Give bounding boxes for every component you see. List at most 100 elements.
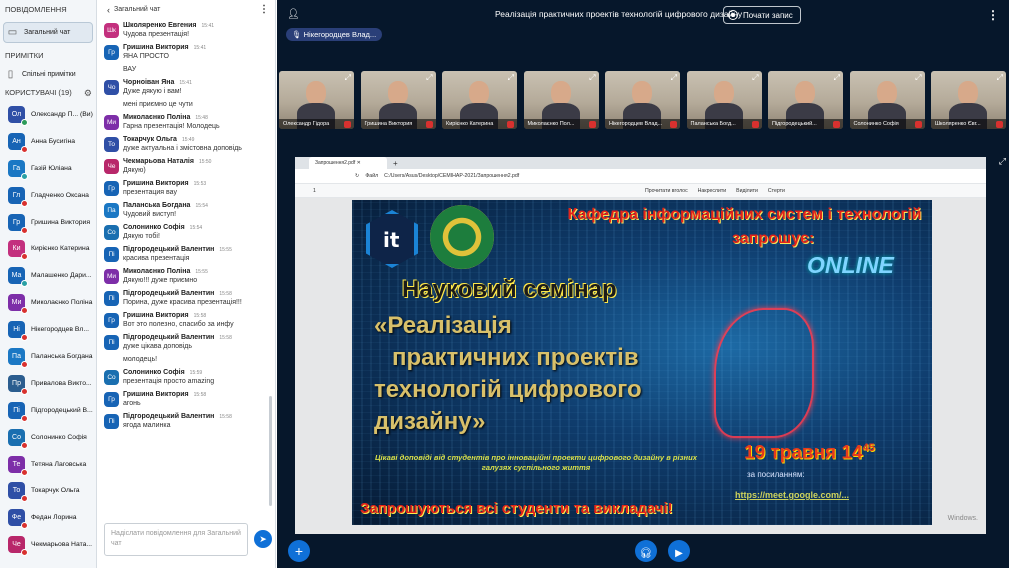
message-header: Токарчук Ольга 15:49 xyxy=(123,136,266,143)
user-list-item[interactable]: Ки Кирiєнко Катерина xyxy=(0,235,96,262)
user-list-item[interactable]: Со Солонинко Софія xyxy=(0,424,96,451)
user-list-item[interactable]: Ол Олександр П... (Ви) xyxy=(0,101,96,128)
video-tile[interactable]: ⤢ Олександр Гідора xyxy=(279,71,354,129)
general-chat-item[interactable]: ▭ Загальний чат xyxy=(3,22,93,43)
message-header: Миколаєнко Поліна 15:48 xyxy=(123,114,266,121)
video-tile[interactable]: ⤢ Школяренко Євг... xyxy=(931,71,1006,129)
message-time: 15:53 xyxy=(193,181,207,187)
audio-button[interactable]: 🎧︎ xyxy=(635,540,657,562)
address-bar[interactable]: ↻ Файл C:/Users/Asus/Desktop/СЕМІНАР-202… xyxy=(295,169,986,183)
message-body: Гришина Виктория 15:41 ЯНА ПРОСТО xyxy=(123,44,266,62)
chat-input[interactable]: Надіслати повідомлення для Загальний чат xyxy=(104,523,248,556)
user-list-item[interactable]: Пі Підгородецький В... xyxy=(0,397,96,424)
sender-name: Миколаєнко Поліна xyxy=(123,268,191,275)
camera-button[interactable]: ▶ xyxy=(668,540,690,562)
avatar: То xyxy=(104,137,119,152)
expand-icon[interactable]: ⤢ xyxy=(589,73,595,83)
new-tab-icon[interactable]: + xyxy=(393,159,398,168)
user-list-item[interactable]: Гл Гладченко Оксана xyxy=(0,182,96,209)
video-tile[interactable]: ⤢ Паланська Богд... xyxy=(686,71,762,129)
users-header-label: КОРИСТУВАЧІ (19) xyxy=(5,88,72,97)
expand-icon[interactable]: ⤢ xyxy=(915,73,921,83)
user-list-item[interactable]: Гр Гришина Виктория xyxy=(0,209,96,236)
avatar: Ми xyxy=(104,269,119,284)
chat-message: То Токарчук Ольга 15:49 дуже актуальна і зм… xyxy=(97,136,270,154)
user-list-item[interactable]: Ма Малашенко Дари... xyxy=(0,262,96,289)
back-chevron-icon[interactable]: ‹ xyxy=(107,5,110,15)
avatar: Гр xyxy=(8,213,28,234)
video-tile[interactable]: ⤢ Підгородецький... xyxy=(768,71,843,129)
user-list-item[interactable]: Пр Привалова Викто... xyxy=(0,370,96,397)
camera-icon: ▶ xyxy=(675,548,683,559)
user-list-item[interactable]: Че Чекмарьова Ната... xyxy=(0,531,96,558)
video-tile[interactable]: ⤢ Нікегородцев Влад... xyxy=(605,71,680,129)
chat-icon: ▭ xyxy=(7,27,18,38)
more-options-icon[interactable]: ⋮ xyxy=(259,4,269,15)
message-text: Дуже дякую і вам! xyxy=(123,88,182,95)
seminar-date: 19 травня 1445 xyxy=(744,442,875,464)
status-dot xyxy=(21,334,28,342)
pdf-page-area: it Кафедра інформаційних систем і технол… xyxy=(295,198,986,534)
climber-graphic xyxy=(714,308,814,438)
draw-button[interactable]: Накреслити xyxy=(698,188,726,194)
message-body: Гришина Виктория 15:58 Вот это полезно, сп… xyxy=(123,312,266,330)
message-text: дуже цікава доповідь xyxy=(123,343,193,350)
close-icon[interactable]: ✕ xyxy=(357,160,361,166)
message-header: Миколаєнко Поліна 15:55 xyxy=(123,268,266,275)
user-list-item[interactable]: Га Газій Юліана xyxy=(0,155,96,182)
video-tile[interactable]: ⤢ Кирiєнко Катерина xyxy=(442,71,517,129)
browser-tab-bar: Запрошення2.pdf ✕ + xyxy=(295,157,986,169)
expand-icon[interactable]: ⤢ xyxy=(834,73,840,83)
avatar: Пр xyxy=(8,374,28,395)
avatar: Че xyxy=(104,159,119,174)
user-list-item[interactable]: Ан Анна Бусигіна xyxy=(0,128,96,155)
user-list-item[interactable]: То Токарчук Ольга xyxy=(0,477,96,504)
shared-notes-item[interactable]: ▯ Спільні примітки xyxy=(0,64,96,85)
expand-icon[interactable]: ⤢ xyxy=(671,73,677,83)
gear-icon[interactable]: ⚙ xyxy=(84,85,92,101)
actions-button[interactable]: + xyxy=(288,540,310,562)
avatar: Ма xyxy=(8,267,28,288)
chat-message: Гр Гришина Виктория 15:58 Вот это полезно, … xyxy=(97,312,270,330)
read-aloud-button[interactable]: Прочитати вголос xyxy=(645,188,688,194)
expand-icon[interactable]: ⤢ xyxy=(426,73,432,83)
expand-icon[interactable]: ⤢ xyxy=(508,73,514,83)
browser-tab[interactable]: Запрошення2.pdf ✕ xyxy=(309,157,387,169)
expand-icon[interactable]: ⤢ xyxy=(999,156,1006,167)
message-body: Токарчук Ольга 15:49 дуже актуальна і зміс… xyxy=(123,136,266,154)
message-body: Чорноіван Яна 15:41 Дуже дякую і вам! xyxy=(123,79,266,97)
user-list-item[interactable]: Ні Нікегородцев Вл... xyxy=(0,316,96,343)
meeting-link[interactable]: https://meet.google.com/... xyxy=(735,490,849,500)
user-list-item[interactable]: Фе Федан Лорина xyxy=(0,504,96,531)
avatar: Пі xyxy=(104,291,119,306)
expand-icon[interactable]: ⤢ xyxy=(752,73,758,83)
user-icon[interactable]: 👤︎ xyxy=(287,9,300,20)
user-list-item[interactable]: Те Тетяна Лаговська xyxy=(0,451,96,478)
video-tile[interactable]: ⤢ Солонинко Софія xyxy=(849,71,925,129)
message-text: Дякую тобі! xyxy=(123,233,160,240)
reload-icon[interactable]: ↻ xyxy=(355,173,359,179)
invitation-footer: Запрошуються всі студенти та викладачі! xyxy=(360,500,673,517)
status-dot xyxy=(21,549,28,557)
main-area: 👤︎ Реалізація практичних проектів технол… xyxy=(277,0,1009,568)
highlight-button[interactable]: Виділити xyxy=(736,188,758,194)
erase-button[interactable]: Стерти xyxy=(768,188,785,194)
chat-scrollbar[interactable] xyxy=(269,396,272,506)
more-options-icon[interactable]: ⋮ xyxy=(987,8,999,22)
message-text: презентация вау xyxy=(123,189,177,196)
record-button[interactable]: Почати запис xyxy=(723,6,801,24)
avatar-initials: Га xyxy=(12,164,21,172)
user-list-item[interactable]: Ми Миколаєнко Поліна xyxy=(0,289,96,316)
message-body: Солонинко Софія 15:54 Дякую тобі! xyxy=(123,224,266,242)
send-button[interactable]: ➤ xyxy=(254,530,272,548)
chat-message: Пі Підгородецький Валентин 15:58 ягода мали… xyxy=(97,413,270,431)
record-label: Почати запис xyxy=(743,10,793,20)
expand-icon[interactable]: ⤢ xyxy=(345,73,351,83)
expand-icon[interactable]: ⤢ xyxy=(997,73,1003,83)
video-tile[interactable]: ⤢ Миколаєнко Пол... xyxy=(523,71,599,129)
video-tile[interactable]: ⤢ Гришина Виктория xyxy=(360,71,436,129)
avatar: Со xyxy=(104,370,119,385)
user-list-item[interactable]: Па Паланська Богдана xyxy=(0,343,96,370)
message-time: 15:55 xyxy=(195,269,208,275)
message-body: Підгородецький Валентин 15:58 Порина, дуже… xyxy=(123,290,266,308)
